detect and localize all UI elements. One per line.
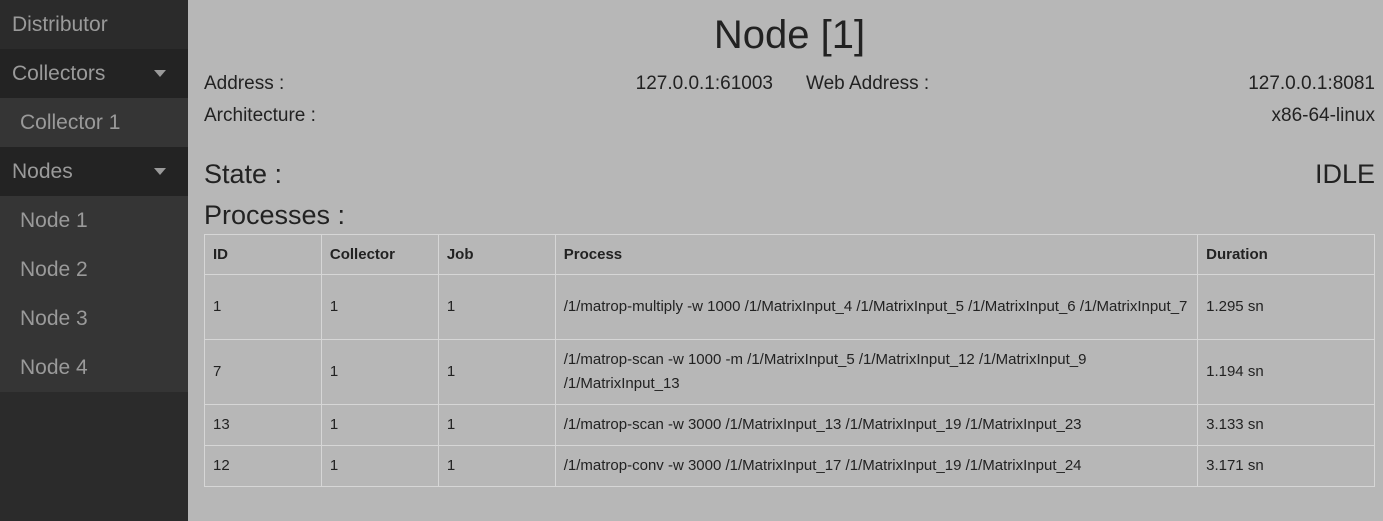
table-row: 1 1 1 /1/matrop-multiply -w 1000 /1/Matr… xyxy=(204,274,1375,340)
cell-job: 1 xyxy=(437,404,556,446)
architecture-label: Architecture : xyxy=(204,105,316,126)
sidebar-item-collector-1[interactable]: Collector 1 xyxy=(0,98,188,147)
sidebar-item-node-3[interactable]: Node 3 xyxy=(0,294,188,343)
main-content: Node [1] Address : 127.0.0.1:61003 Web A… xyxy=(204,0,1375,487)
processes-heading: Processes : xyxy=(204,200,346,230)
address-label: Address : xyxy=(204,73,285,94)
page-title: Node [1] xyxy=(713,13,866,57)
table-row: 13 1 1 /1/matrop-scan -w 3000 /1/MatrixI… xyxy=(204,404,1375,446)
cell-process: /1/matrop-conv -w 3000 /1/MatrixInput_17… xyxy=(554,445,1199,487)
sidebar-item-label: Distributor xyxy=(12,12,108,36)
sidebar-nodes-toggle[interactable]: Nodes xyxy=(0,147,188,196)
sidebar-item-label: Collector 1 xyxy=(20,110,121,134)
state-label: State : xyxy=(204,159,283,189)
web-address-label: Web Address : xyxy=(806,73,930,94)
sidebar-item-node-4[interactable]: Node 4 xyxy=(0,343,188,392)
sidebar-item-label: Node 3 xyxy=(20,306,88,330)
sidebar-item-label: Node 4 xyxy=(20,355,88,379)
column-header-collector: Collector xyxy=(320,234,439,275)
cell-job: 1 xyxy=(437,445,556,487)
state-value: IDLE xyxy=(1314,159,1375,189)
architecture-value: x86-64-linux xyxy=(1271,105,1376,126)
address-row: Address : 127.0.0.1:61003 Web Address : … xyxy=(204,68,1375,100)
column-header-process: Process xyxy=(554,234,1199,275)
caret-down-icon xyxy=(154,70,166,77)
cell-duration: 3.133 sn xyxy=(1197,404,1375,446)
cell-process: /1/matrop-scan -w 1000 -m /1/MatrixInput… xyxy=(554,339,1199,405)
column-header-id: ID xyxy=(204,234,322,275)
cell-collector: 1 xyxy=(320,445,439,487)
sidebar: Distributor Collectors Collector 1 Nodes… xyxy=(0,0,188,521)
sidebar-item-label: Node 1 xyxy=(20,208,88,232)
cell-job: 1 xyxy=(437,339,556,405)
cell-duration: 3.171 sn xyxy=(1197,445,1375,487)
sidebar-item-label: Collectors xyxy=(12,61,106,85)
sidebar-item-node-2[interactable]: Node 2 xyxy=(0,245,188,294)
column-header-duration: Duration xyxy=(1197,234,1375,275)
sidebar-item-distributor[interactable]: Distributor xyxy=(0,0,188,49)
cell-duration: 1.295 sn xyxy=(1197,274,1375,340)
sidebar-collectors-toggle[interactable]: Collectors xyxy=(0,49,188,98)
cell-id: 7 xyxy=(204,339,322,405)
processes-table: ID Collector Job Process Duration 1 1 1 … xyxy=(204,234,1375,487)
sidebar-item-label: Node 2 xyxy=(20,257,88,281)
cell-id: 12 xyxy=(204,445,322,487)
table-row: 7 1 1 /1/matrop-scan -w 1000 -m /1/Matri… xyxy=(204,339,1375,405)
cell-job: 1 xyxy=(437,274,556,340)
cell-id: 13 xyxy=(204,404,322,446)
cell-process: /1/matrop-scan -w 3000 /1/MatrixInput_13… xyxy=(554,404,1199,446)
address-value: 127.0.0.1:61003 xyxy=(635,73,773,94)
cell-id: 1 xyxy=(204,274,322,340)
state-row: State : IDLE xyxy=(204,152,1375,196)
table-header-row: ID Collector Job Process Duration xyxy=(204,234,1375,275)
cell-collector: 1 xyxy=(320,404,439,446)
cell-process: /1/matrop-multiply -w 1000 /1/MatrixInpu… xyxy=(554,274,1199,340)
column-header-job: Job xyxy=(437,234,556,275)
architecture-row: Architecture : x86-64-linux xyxy=(204,100,1375,132)
sidebar-item-node-1[interactable]: Node 1 xyxy=(0,196,188,245)
cell-collector: 1 xyxy=(320,274,439,340)
cell-collector: 1 xyxy=(320,339,439,405)
table-row: 12 1 1 /1/matrop-conv -w 3000 /1/MatrixI… xyxy=(204,445,1375,487)
web-address-value: 127.0.0.1:8081 xyxy=(1248,73,1375,94)
caret-down-icon xyxy=(154,168,166,175)
cell-duration: 1.194 sn xyxy=(1197,339,1375,405)
sidebar-item-label: Nodes xyxy=(12,159,73,183)
